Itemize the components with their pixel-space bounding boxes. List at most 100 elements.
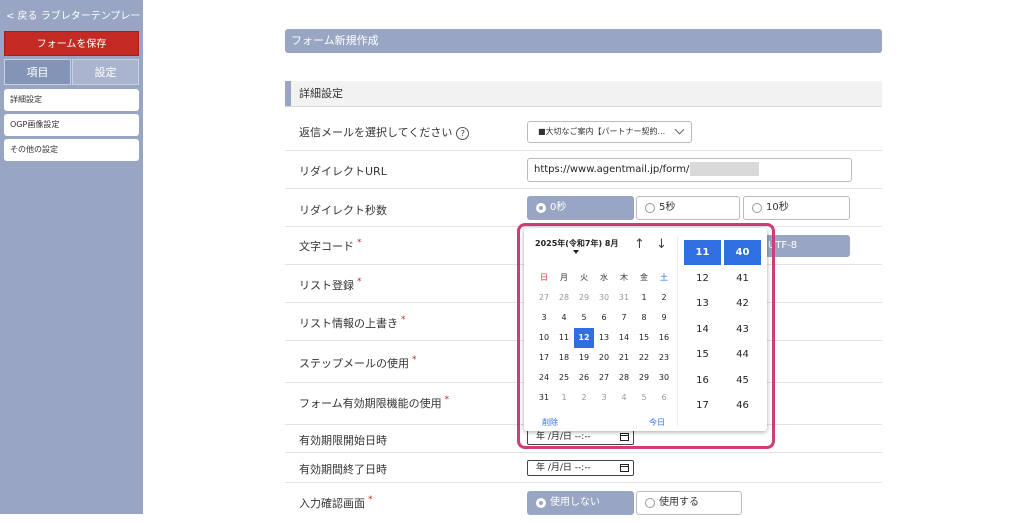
- calendar-day[interactable]: 23: [654, 348, 674, 368]
- row-label-text: リスト登録: [299, 279, 354, 292]
- sidebar-item-ogp-settings[interactable]: OGP画像設定: [4, 114, 139, 136]
- page-title: フォーム新規作成: [285, 29, 882, 53]
- minute-option[interactable]: 44: [724, 342, 761, 367]
- calendar-day[interactable]: 30: [654, 368, 674, 388]
- minute-option[interactable]: 41: [724, 266, 761, 291]
- arrow-up-icon[interactable]: ↑: [634, 237, 645, 252]
- calendar-day[interactable]: 15: [634, 328, 654, 348]
- radio-label: 10秒: [766, 202, 789, 213]
- tab-settings[interactable]: 設定: [72, 59, 139, 85]
- calendar-day[interactable]: 25: [554, 368, 574, 388]
- radio-redirect-10[interactable]: 10秒: [743, 196, 850, 220]
- calendar-day[interactable]: 31: [614, 288, 634, 308]
- minute-option[interactable]: 42: [724, 291, 761, 316]
- hour-option[interactable]: 13: [684, 291, 721, 316]
- today-button[interactable]: 今日: [649, 417, 665, 428]
- calendar-icon[interactable]: [620, 464, 629, 472]
- calendar-day[interactable]: 31: [534, 388, 554, 408]
- row-label: 入力確認画面 *: [299, 495, 373, 511]
- calendar-day[interactable]: 8: [634, 308, 654, 328]
- calendar-day[interactable]: 30: [594, 288, 614, 308]
- calendar-day[interactable]: 12: [574, 328, 594, 348]
- radio-icon: [536, 498, 546, 508]
- calendar-day[interactable]: 17: [534, 348, 554, 368]
- radio-redirect-5[interactable]: 5秒: [636, 196, 740, 220]
- month-year-selector[interactable]: 2025年(令和7年) 8月: [535, 238, 619, 249]
- calendar-day[interactable]: 22: [634, 348, 654, 368]
- charset-utf8-option[interactable]: UTF-8: [762, 235, 850, 257]
- tab-items[interactable]: 項目: [4, 59, 71, 85]
- sidebar-item-detail-settings[interactable]: 詳細設定: [4, 89, 139, 111]
- calendar-day[interactable]: 7: [614, 308, 634, 328]
- calendar-day[interactable]: 27: [534, 288, 554, 308]
- required-mark: *: [357, 238, 362, 248]
- hour-option[interactable]: 17: [684, 393, 721, 418]
- radio-confirm-on[interactable]: 使用する: [636, 491, 742, 515]
- calendar-day[interactable]: 5: [574, 308, 594, 328]
- minute-option[interactable]: 46: [724, 393, 761, 418]
- calendar-day[interactable]: 16: [654, 328, 674, 348]
- calendar-day[interactable]: 4: [554, 308, 574, 328]
- picker-divider: [677, 236, 678, 426]
- calendar-day[interactable]: 3: [594, 388, 614, 408]
- hour-option[interactable]: 12: [684, 266, 721, 291]
- reply-mail-select[interactable]: ■大切なご案内【パートナー契約...: [527, 121, 692, 143]
- calendar-day[interactable]: 6: [594, 308, 614, 328]
- calendar-day[interactable]: 14: [614, 328, 634, 348]
- calendar-day[interactable]: 9: [654, 308, 674, 328]
- radio-redirect-0[interactable]: 0秒: [527, 196, 634, 220]
- calendar-day[interactable]: 18: [554, 348, 574, 368]
- radio-icon: [645, 203, 655, 213]
- clear-button[interactable]: 削除: [542, 417, 558, 428]
- minute-option[interactable]: 40: [724, 240, 761, 265]
- help-icon[interactable]: ?: [456, 126, 470, 140]
- hour-option[interactable]: 14: [684, 317, 721, 342]
- minute-option[interactable]: 43: [724, 317, 761, 342]
- calendar-day[interactable]: 28: [554, 288, 574, 308]
- calendar-day[interactable]: 1: [554, 388, 574, 408]
- radio-icon: [645, 498, 655, 508]
- calendar-day[interactable]: 21: [614, 348, 634, 368]
- calendar-day[interactable]: 29: [634, 368, 654, 388]
- calendar-day[interactable]: 2: [574, 388, 594, 408]
- weekday-header: 水: [600, 273, 608, 282]
- calendar-day[interactable]: 1: [634, 288, 654, 308]
- calendar-day[interactable]: 29: [574, 288, 594, 308]
- sidebar-item-other-settings[interactable]: その他の設定: [4, 139, 139, 161]
- row-label: リダイレクト秒数: [299, 204, 387, 217]
- calendar-day[interactable]: 2: [654, 288, 674, 308]
- expiry-end-datetime-input[interactable]: 年 /月/日 --:--: [527, 460, 634, 476]
- calendar-day[interactable]: 10: [534, 328, 554, 348]
- hour-option[interactable]: 11: [684, 240, 721, 265]
- calendar-day[interactable]: 26: [574, 368, 594, 388]
- datetime-value: 年 /月/日 --:--: [536, 463, 591, 473]
- hour-option[interactable]: 16: [684, 368, 721, 393]
- calendar-day[interactable]: 11: [554, 328, 574, 348]
- calendar-day[interactable]: 27: [594, 368, 614, 388]
- row-label-text: 入力確認画面: [299, 497, 365, 510]
- row-label-text: フォーム有効期限機能の使用: [299, 397, 442, 410]
- calendar-day[interactable]: 19: [574, 348, 594, 368]
- back-link[interactable]: < 戻る ラブレターテンプレート: [6, 7, 150, 22]
- row-label-text: ステップメールの使用: [299, 357, 409, 370]
- row-label: 返信メールを選択してください?: [299, 124, 470, 140]
- radio-icon: [536, 203, 546, 213]
- calendar-day[interactable]: 5: [634, 388, 654, 408]
- hour-option[interactable]: 15: [684, 342, 721, 367]
- calendar-day[interactable]: 6: [654, 388, 674, 408]
- calendar-day[interactable]: 13: [594, 328, 614, 348]
- save-form-button[interactable]: フォームを保存: [4, 31, 139, 56]
- calendar-day[interactable]: 4: [614, 388, 634, 408]
- weekday-header: 金: [640, 273, 648, 282]
- minute-option[interactable]: 45: [724, 368, 761, 393]
- weekday-header: 日: [540, 273, 548, 282]
- calendar-day[interactable]: 24: [534, 368, 554, 388]
- calendar-day[interactable]: 28: [614, 368, 634, 388]
- weekday-header: 月: [560, 273, 568, 282]
- arrow-down-icon[interactable]: ↓: [656, 237, 667, 252]
- radio-confirm-off[interactable]: 使用しない: [527, 491, 634, 515]
- caret-down-icon[interactable]: [573, 250, 579, 254]
- calendar-day[interactable]: 3: [534, 308, 554, 328]
- redacted-url-mask: [690, 162, 759, 176]
- calendar-day[interactable]: 20: [594, 348, 614, 368]
